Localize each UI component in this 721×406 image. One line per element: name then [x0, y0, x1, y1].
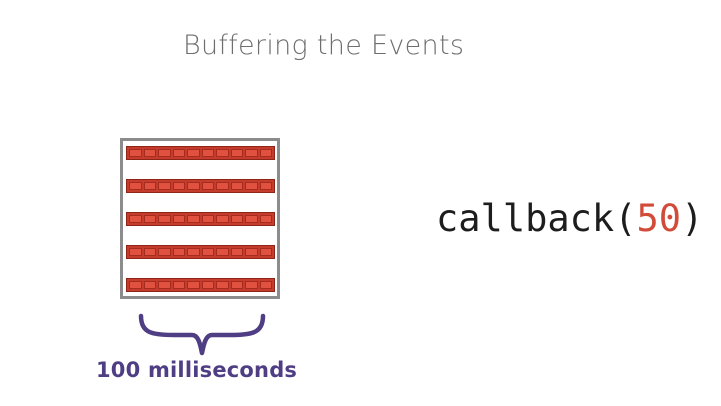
event-cell	[216, 149, 229, 157]
event-cell	[259, 149, 272, 157]
event-cell	[143, 182, 156, 190]
event-cell	[143, 215, 156, 223]
brace-icon	[138, 313, 266, 356]
event-cell	[245, 281, 258, 289]
slide-title: Buffering the Events	[183, 30, 465, 61]
event-cell	[129, 248, 142, 256]
event-cell	[201, 182, 214, 190]
event-cell	[230, 215, 243, 223]
event-cell	[158, 281, 171, 289]
close-paren: )	[681, 197, 704, 240]
event-cell	[259, 215, 272, 223]
event-cell	[245, 248, 258, 256]
event-cell	[158, 215, 171, 223]
event-row	[126, 245, 275, 259]
event-cell	[230, 248, 243, 256]
event-cell	[259, 281, 272, 289]
event-row	[126, 212, 275, 226]
event-cell	[143, 281, 156, 289]
event-cell	[143, 248, 156, 256]
event-cell	[216, 281, 229, 289]
event-cell	[201, 248, 214, 256]
open-paren: (	[614, 197, 637, 240]
event-cell	[158, 248, 171, 256]
event-cell	[187, 215, 200, 223]
event-cell	[187, 149, 200, 157]
event-cell	[129, 182, 142, 190]
event-cell	[245, 215, 258, 223]
event-cell	[230, 149, 243, 157]
event-cell	[172, 248, 185, 256]
event-cell	[129, 215, 142, 223]
event-buffer	[120, 138, 280, 299]
event-cell	[129, 281, 142, 289]
event-cell	[187, 248, 200, 256]
event-cell	[216, 248, 229, 256]
event-cell	[158, 149, 171, 157]
event-cell	[172, 215, 185, 223]
event-cell	[201, 281, 214, 289]
event-row	[126, 179, 275, 193]
duration-label: 100 milliseconds	[96, 358, 298, 382]
event-cell	[187, 281, 200, 289]
event-cell	[230, 182, 243, 190]
event-row	[126, 278, 275, 292]
event-row	[126, 146, 275, 160]
event-cell	[259, 248, 272, 256]
callback-name: callback	[436, 197, 615, 240]
event-cell	[216, 182, 229, 190]
event-cell	[201, 215, 214, 223]
event-cell	[143, 149, 156, 157]
event-cell	[201, 149, 214, 157]
event-cell	[158, 182, 171, 190]
event-cell	[172, 149, 185, 157]
event-cell	[245, 182, 258, 190]
event-cell	[172, 182, 185, 190]
event-cell	[129, 149, 142, 157]
event-cell	[187, 182, 200, 190]
event-cell	[216, 215, 229, 223]
event-cell	[230, 281, 243, 289]
event-cell	[172, 281, 185, 289]
event-cell	[259, 182, 272, 190]
callback-call: callback(50)	[436, 197, 703, 240]
callback-argument: 50	[636, 197, 682, 240]
event-cell	[245, 149, 258, 157]
